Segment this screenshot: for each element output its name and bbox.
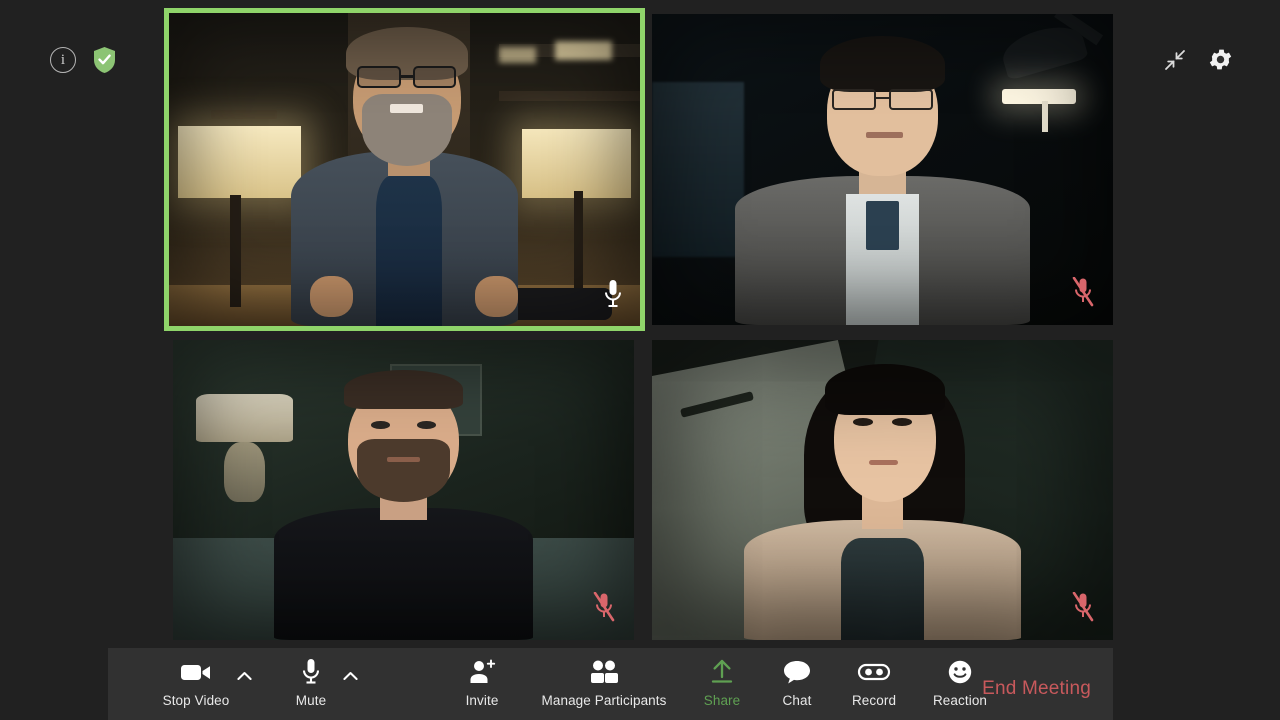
settings-gear-icon[interactable] (1207, 46, 1234, 73)
stop-video-button[interactable]: Stop Video (136, 648, 256, 708)
video-gallery-grid (164, 8, 1116, 640)
chat-label: Chat (782, 693, 812, 708)
invite-label: Invite (465, 693, 499, 708)
chat-button[interactable]: Chat (760, 648, 834, 708)
participant-tile-3[interactable] (173, 340, 634, 640)
video-feed-1 (169, 13, 640, 326)
microphone-muted-icon (1071, 591, 1095, 622)
share-button[interactable]: Share (684, 648, 760, 708)
mute-button[interactable]: Mute (256, 648, 366, 708)
smiley-face-icon (947, 657, 973, 687)
meeting-toolbar: Stop Video Mute Invite Manage Participan… (108, 648, 1113, 720)
manage-participants-button[interactable]: Manage Participants (524, 648, 684, 708)
video-feed-2 (652, 14, 1113, 325)
microphone-icon (300, 657, 322, 687)
meeting-status-icons: i (50, 46, 117, 74)
participant-tile-2[interactable] (652, 14, 1113, 325)
end-meeting-button[interactable]: End Meeting (982, 678, 1091, 700)
video-options-caret-icon[interactable] (237, 668, 252, 680)
encryption-shield-icon[interactable] (92, 46, 117, 74)
microphone-icon (600, 278, 626, 312)
video-feed-4 (652, 340, 1113, 640)
chat-bubble-icon (782, 657, 812, 687)
audio-options-caret-icon[interactable] (343, 668, 358, 680)
zoom-meeting-window: i Stop Video Mute Invite Manage Particip… (0, 0, 1280, 720)
record-button[interactable]: Record (834, 648, 914, 708)
info-glyph: i (60, 51, 66, 68)
record-label: Record (851, 693, 897, 708)
microphone-muted-icon (592, 591, 616, 622)
record-tape-icon (857, 657, 891, 687)
people-icon (587, 657, 621, 687)
manage-participants-label: Manage Participants (541, 693, 667, 708)
participant-tile-4[interactable] (652, 340, 1113, 640)
window-control-icons (1163, 46, 1234, 73)
stop-video-label: Stop Video (162, 693, 230, 708)
microphone-muted-icon (1071, 276, 1095, 307)
invite-button[interactable]: Invite (440, 648, 524, 708)
share-arrow-up-icon (709, 657, 735, 687)
share-label: Share (703, 693, 741, 708)
mute-label: Mute (295, 693, 327, 708)
meeting-information-icon[interactable]: i (50, 47, 76, 73)
participant-tile-1[interactable] (164, 8, 645, 331)
video-camera-icon (179, 657, 213, 687)
video-feed-3 (173, 340, 634, 640)
exit-fullscreen-icon[interactable] (1163, 48, 1187, 72)
reaction-label: Reaction (932, 693, 988, 708)
person-add-icon (467, 657, 497, 687)
